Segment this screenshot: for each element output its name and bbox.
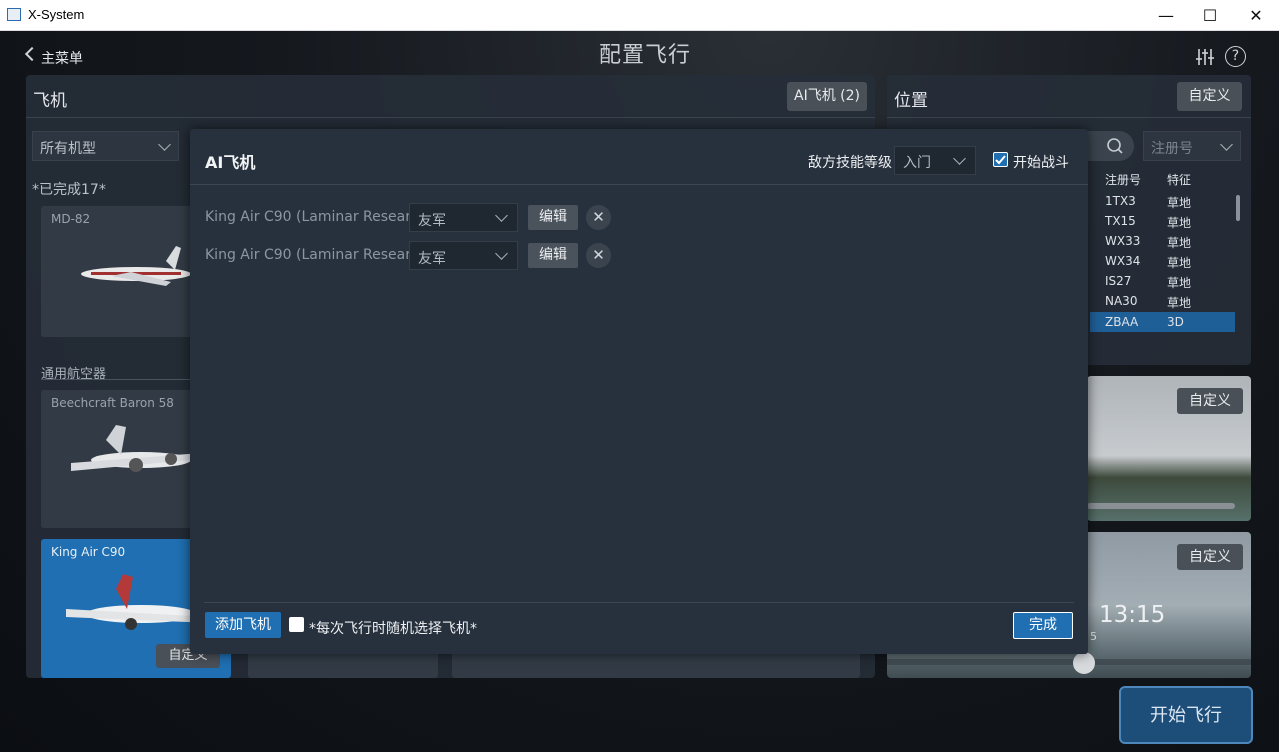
page-title: 配置飞行 xyxy=(598,43,691,68)
start-combat-label: 开始战斗 xyxy=(1013,155,1069,171)
dialog-title: AI飞机 xyxy=(205,153,256,172)
weather-custom-button[interactable]: 自定义 xyxy=(1177,388,1243,414)
row-id: ZBAA xyxy=(1105,315,1139,329)
divider xyxy=(887,117,1251,118)
team-value: 友军 xyxy=(418,213,446,229)
checkbox-checked-icon xyxy=(995,155,1006,165)
start-flight-button[interactable]: 开始飞行 xyxy=(1119,686,1253,744)
filter-value: 所有机型 xyxy=(40,141,96,157)
remove-aircraft-close-icon[interactable]: ✕ xyxy=(586,243,611,268)
aircraft-card[interactable]: Beechcraft Baron 58 xyxy=(41,390,201,528)
baron-image xyxy=(71,425,201,472)
time-marker-label: 5 xyxy=(1090,630,1097,643)
weather-panel[interactable]: 自定义 xyxy=(1087,376,1251,521)
list-scrollbar[interactable] xyxy=(1236,195,1240,221)
location-custom-button[interactable]: 自定义 xyxy=(1177,82,1242,111)
main-menu-back-button[interactable]: 主菜单 xyxy=(41,48,83,68)
location-row[interactable]: WX33 草地 xyxy=(1090,231,1235,251)
ai-aircraft-team-select[interactable]: 友军 xyxy=(409,203,518,232)
location-row[interactable]: TX15 草地 xyxy=(1090,211,1235,231)
random-aircraft-checkbox[interactable] xyxy=(289,617,304,632)
time-slider-track[interactable] xyxy=(887,659,1251,665)
location-row[interactable]: NA30 草地 xyxy=(1090,291,1235,311)
aircraft-card[interactable] xyxy=(452,650,860,678)
dialog-header-divider xyxy=(190,184,1088,185)
dialog-footer-divider xyxy=(204,602,1074,603)
weather-slider-track[interactable] xyxy=(1087,503,1235,509)
enemy-skill-value: 入门 xyxy=(903,155,931,171)
enemy-skill-label: 敌方技能等级 xyxy=(808,155,892,171)
add-aircraft-button[interactable]: 添加飞机 xyxy=(205,612,281,638)
ai-aircraft-edit-button[interactable]: 编辑 xyxy=(528,243,578,268)
ai-aircraft-edit-button[interactable]: 编辑 xyxy=(528,205,578,230)
time-custom-button[interactable]: 自定义 xyxy=(1177,544,1243,570)
completed-label: *已完成17* xyxy=(32,182,106,198)
aircraft-card[interactable]: MD-82 xyxy=(41,206,201,337)
divider xyxy=(41,379,201,380)
aircraft-filter-select[interactable]: 所有机型 xyxy=(32,131,179,161)
location-row[interactable]: IS27 草地 xyxy=(1090,271,1235,291)
row-feature: 草地 xyxy=(1167,256,1192,270)
aircraft-card[interactable] xyxy=(248,650,438,678)
start-combat-checkbox[interactable] xyxy=(993,152,1008,167)
aircraft-card-label: Beechcraft Baron 58 xyxy=(51,396,174,410)
search-icon xyxy=(1107,138,1123,154)
row-feature: 草地 xyxy=(1167,196,1192,210)
registration-placeholder: 注册号 xyxy=(1151,141,1193,157)
row-id: 1TX3 xyxy=(1105,194,1136,208)
window-title: X-System xyxy=(28,7,85,22)
remove-aircraft-close-icon[interactable]: ✕ xyxy=(586,205,611,230)
row-id: WX34 xyxy=(1105,254,1141,268)
ai-aircraft-team-select[interactable]: 友军 xyxy=(409,241,518,270)
column-header-registration: 注册号 xyxy=(1105,173,1142,187)
column-header-feature: 特征 xyxy=(1167,173,1192,187)
ai-aircraft-name: King Air C90 (Laminar Resear... xyxy=(205,209,424,225)
row-feature: 草地 xyxy=(1167,296,1192,310)
location-row[interactable]: 1TX3 草地 xyxy=(1090,191,1235,211)
window-app-icon xyxy=(7,8,21,21)
registration-select[interactable]: 注册号 xyxy=(1143,131,1241,161)
row-feature: 草地 xyxy=(1167,216,1192,230)
location-panel-title: 位置 xyxy=(894,91,928,111)
close-window-button[interactable]: ✕ xyxy=(1233,0,1279,30)
time-slider-thumb[interactable] xyxy=(1073,652,1095,674)
ai-aircraft-button[interactable]: AI飞机 (2) xyxy=(787,82,867,111)
maximize-button[interactable]: ☐ xyxy=(1187,0,1233,30)
random-aircraft-label: *每次飞行时随机选择飞机* xyxy=(309,621,477,637)
aircraft-card-label: King Air C90 xyxy=(51,545,126,559)
chevron-down-icon xyxy=(158,138,171,151)
help-icon[interactable]: ? xyxy=(1225,46,1246,67)
row-id: WX33 xyxy=(1105,234,1141,248)
settings-sliders-icon[interactable] xyxy=(1194,46,1216,68)
ai-aircraft-name: King Air C90 (Laminar Resear... xyxy=(205,247,424,263)
row-feature: 3D xyxy=(1167,315,1184,329)
chevron-down-icon xyxy=(495,247,508,260)
search-button[interactable] xyxy=(1088,131,1134,161)
chevron-down-icon xyxy=(953,152,966,165)
chevron-down-icon xyxy=(495,209,508,222)
time-display: 13:15 xyxy=(1099,602,1166,628)
chevron-down-icon xyxy=(1220,138,1233,151)
aircraft-panel-title: 飞机 xyxy=(33,91,67,111)
ai-aircraft-dialog: AI飞机 敌方技能等级 入门 开始战斗 King Air C90 (Lamina… xyxy=(190,129,1088,654)
aircraft-card-label: MD-82 xyxy=(51,212,91,226)
row-id: NA30 xyxy=(1105,294,1138,308)
row-id: IS27 xyxy=(1105,274,1132,288)
row-feature: 草地 xyxy=(1167,236,1192,250)
airliner-image xyxy=(81,246,191,286)
minimize-button[interactable]: — xyxy=(1143,0,1189,30)
row-feature: 草地 xyxy=(1167,276,1192,290)
window-titlebar: X-System — ☐ ✕ xyxy=(0,0,1279,31)
location-row[interactable]: WX34 草地 xyxy=(1090,251,1235,271)
enemy-skill-select[interactable]: 入门 xyxy=(894,146,976,175)
team-value: 友军 xyxy=(418,251,446,267)
divider xyxy=(26,117,875,118)
location-row-selected[interactable]: ZBAA 3D xyxy=(1090,312,1235,332)
done-button[interactable]: 完成 xyxy=(1013,612,1073,639)
row-id: TX15 xyxy=(1105,214,1136,228)
